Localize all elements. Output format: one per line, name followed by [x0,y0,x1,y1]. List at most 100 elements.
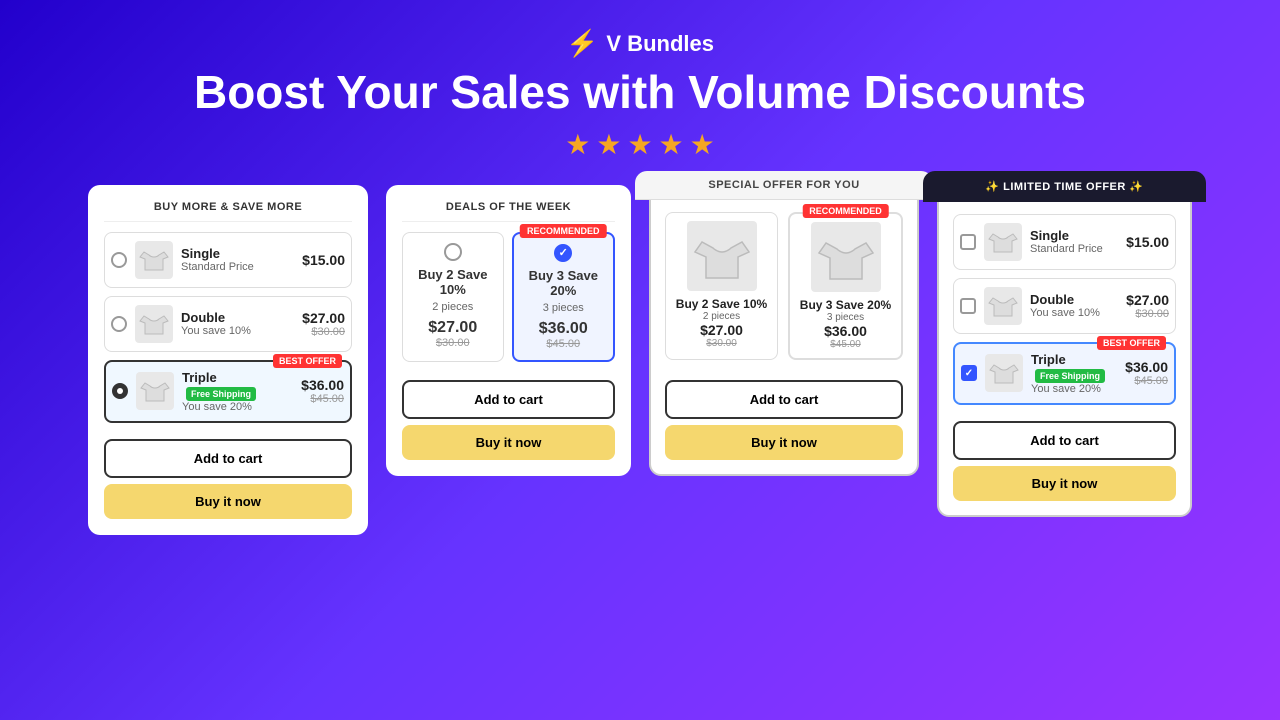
bundle-row-triple-4[interactable]: BEST OFFER Triple Free Shipping You save… [953,342,1176,405]
deal-box-2[interactable]: RECOMMENDED Buy 3 Save 20% 3 pieces $36.… [512,232,616,362]
shirt-single-img-4 [984,223,1022,261]
star-4: ★ [659,128,684,161]
free-shipping-badge-1: Free Shipping [186,387,256,401]
special-deal-2[interactable]: RECOMMENDED Buy 3 Save 20% 3 pieces $36.… [788,212,903,360]
star-5: ★ [690,128,715,161]
best-offer-badge-4: BEST OFFER [1097,336,1166,350]
add-to-cart-btn-1[interactable]: Add to cart [104,439,352,478]
card-deals: DEALS OF THE WEEK Buy 2 Save 10% 2 piece… [386,185,631,476]
buy-now-btn-2[interactable]: Buy it now [402,425,615,460]
star-3: ★ [627,128,652,161]
deal1-orig: $30.00 [411,337,495,349]
deal1-price: $27.00 [411,319,495,337]
card1-title: BUY MORE & SAVE MORE [104,201,352,222]
double-4-name: Double [1030,292,1118,307]
special-deal-1[interactable]: Buy 2 Save 10% 2 pieces $27.00 $30.00 [665,212,778,360]
checkbox-triple-4[interactable] [961,365,977,381]
page-header: ⚡ V Bundles Boost Your Sales with Volume… [194,0,1086,161]
special2-price: $36.00 [798,323,893,339]
double-4-price-block: $27.00 $30.00 [1126,292,1169,320]
deal-radio-2[interactable] [554,244,572,262]
bundle-triple-info: Triple Free Shipping You save 20% [182,370,293,413]
triple-orig: $45.00 [301,393,344,405]
deal2-price: $36.00 [522,320,606,338]
add-to-cart-btn-4[interactable]: Add to cart [953,421,1176,460]
card2-title: DEALS OF THE WEEK [402,201,615,222]
radio-triple[interactable] [112,383,128,399]
shirt-triple-img-4 [985,354,1023,392]
card-buy-more: BUY MORE & SAVE MORE Single Standard Pri… [88,185,368,535]
deal1-title: Buy 2 Save 10% [411,267,495,297]
radio-single[interactable] [111,252,127,268]
double-orig: $30.00 [302,326,345,338]
deal-box-1[interactable]: Buy 2 Save 10% 2 pieces $27.00 $30.00 [402,232,504,362]
single-4-price: $15.00 [1126,234,1169,250]
card-limited: ✨ LIMITED TIME OFFER ✨ Single Standard P… [937,185,1192,517]
deal2-pieces: 3 pieces [522,302,606,314]
triple-4-orig: $45.00 [1125,375,1168,387]
free-shipping-badge-4: Free Shipping [1035,369,1105,383]
best-offer-badge-1: BEST OFFER [273,354,342,368]
add-to-cart-btn-3[interactable]: Add to cart [665,380,903,419]
shirt-double-img-4 [984,287,1022,325]
single-4-price-block: $15.00 [1126,234,1169,250]
triple-4-price: $36.00 [1125,359,1168,375]
special1-label: Buy 2 Save 10% [674,297,769,311]
special2-label: Buy 3 Save 20% [798,298,893,312]
checkbox-double-4[interactable] [960,298,976,314]
add-to-cart-btn-2[interactable]: Add to cart [402,380,615,419]
shirt-triple-img [136,372,174,410]
deals-grid: Buy 2 Save 10% 2 pieces $27.00 $30.00 RE… [402,232,615,362]
bundle-row-single-4[interactable]: Single Standard Price $15.00 [953,214,1176,270]
buy-now-btn-3[interactable]: Buy it now [665,425,903,460]
recommended-badge-3: RECOMMENDED [802,204,889,218]
deal-radio-1[interactable] [444,243,462,261]
stars-row: ★ ★ ★ ★ ★ [565,128,715,161]
special-imgs: Buy 2 Save 10% 2 pieces $27.00 $30.00 RE… [665,212,903,360]
double-price: $27.00 [302,310,345,326]
checkbox-single-4[interactable] [960,234,976,250]
single-price-block: $15.00 [302,252,345,268]
deal2-title: Buy 3 Save 20% [522,268,606,298]
bundle-double-info: Double You save 10% [181,310,294,337]
special1-orig: $30.00 [674,338,769,349]
double-4-orig: $30.00 [1126,308,1169,320]
bundle-single-info: Single Standard Price [181,246,294,273]
single-4-name: Single [1030,228,1118,243]
bundle-row-single[interactable]: Single Standard Price $15.00 [104,232,352,288]
double-4-subtitle: You save 10% [1030,307,1118,319]
radio-double[interactable] [111,316,127,332]
card4-title: ✨ LIMITED TIME OFFER ✨ [923,171,1206,202]
triple-4-price-block: $36.00 $45.00 [1125,359,1168,387]
triple-4-subtitle: You save 20% [1031,383,1117,395]
logo-row: ⚡ V Bundles [566,28,714,59]
shirt-large-2 [811,222,881,292]
double-4-price: $27.00 [1126,292,1169,308]
star-1: ★ [565,128,590,161]
lightning-icon: ⚡ [566,28,598,59]
double-name: Double [181,310,294,325]
card-special: SPECIAL OFFER FOR YOU Buy 2 Save 10% 2 p… [649,185,919,476]
shirt-double-img [135,305,173,343]
star-2: ★ [596,128,621,161]
buy-now-btn-1[interactable]: Buy it now [104,484,352,519]
logo-text: V Bundles [606,31,714,57]
single-name: Single [181,246,294,261]
triple-subtitle: You save 20% [182,401,293,413]
triple-price: $36.00 [301,377,344,393]
special1-price: $27.00 [674,322,769,338]
single-4-info: Single Standard Price [1030,228,1118,255]
shirt-single-img [135,241,173,279]
bundle-row-double-4[interactable]: Double You save 10% $27.00 $30.00 [953,278,1176,334]
triple-4-name: Triple Free Shipping [1031,352,1117,383]
special2-orig: $45.00 [798,339,893,350]
bundle-row-double[interactable]: Double You save 10% $27.00 $30.00 [104,296,352,352]
single-price: $15.00 [302,252,345,268]
shirt-large-1 [687,221,757,291]
buy-now-btn-4[interactable]: Buy it now [953,466,1176,501]
recommended-badge-2: RECOMMENDED [520,224,607,238]
cards-container: BUY MORE & SAVE MORE Single Standard Pri… [48,185,1232,535]
bundle-row-triple[interactable]: BEST OFFER Triple Free Shipping You save… [104,360,352,423]
single-subtitle: Standard Price [181,261,294,273]
double-4-info: Double You save 10% [1030,292,1118,319]
